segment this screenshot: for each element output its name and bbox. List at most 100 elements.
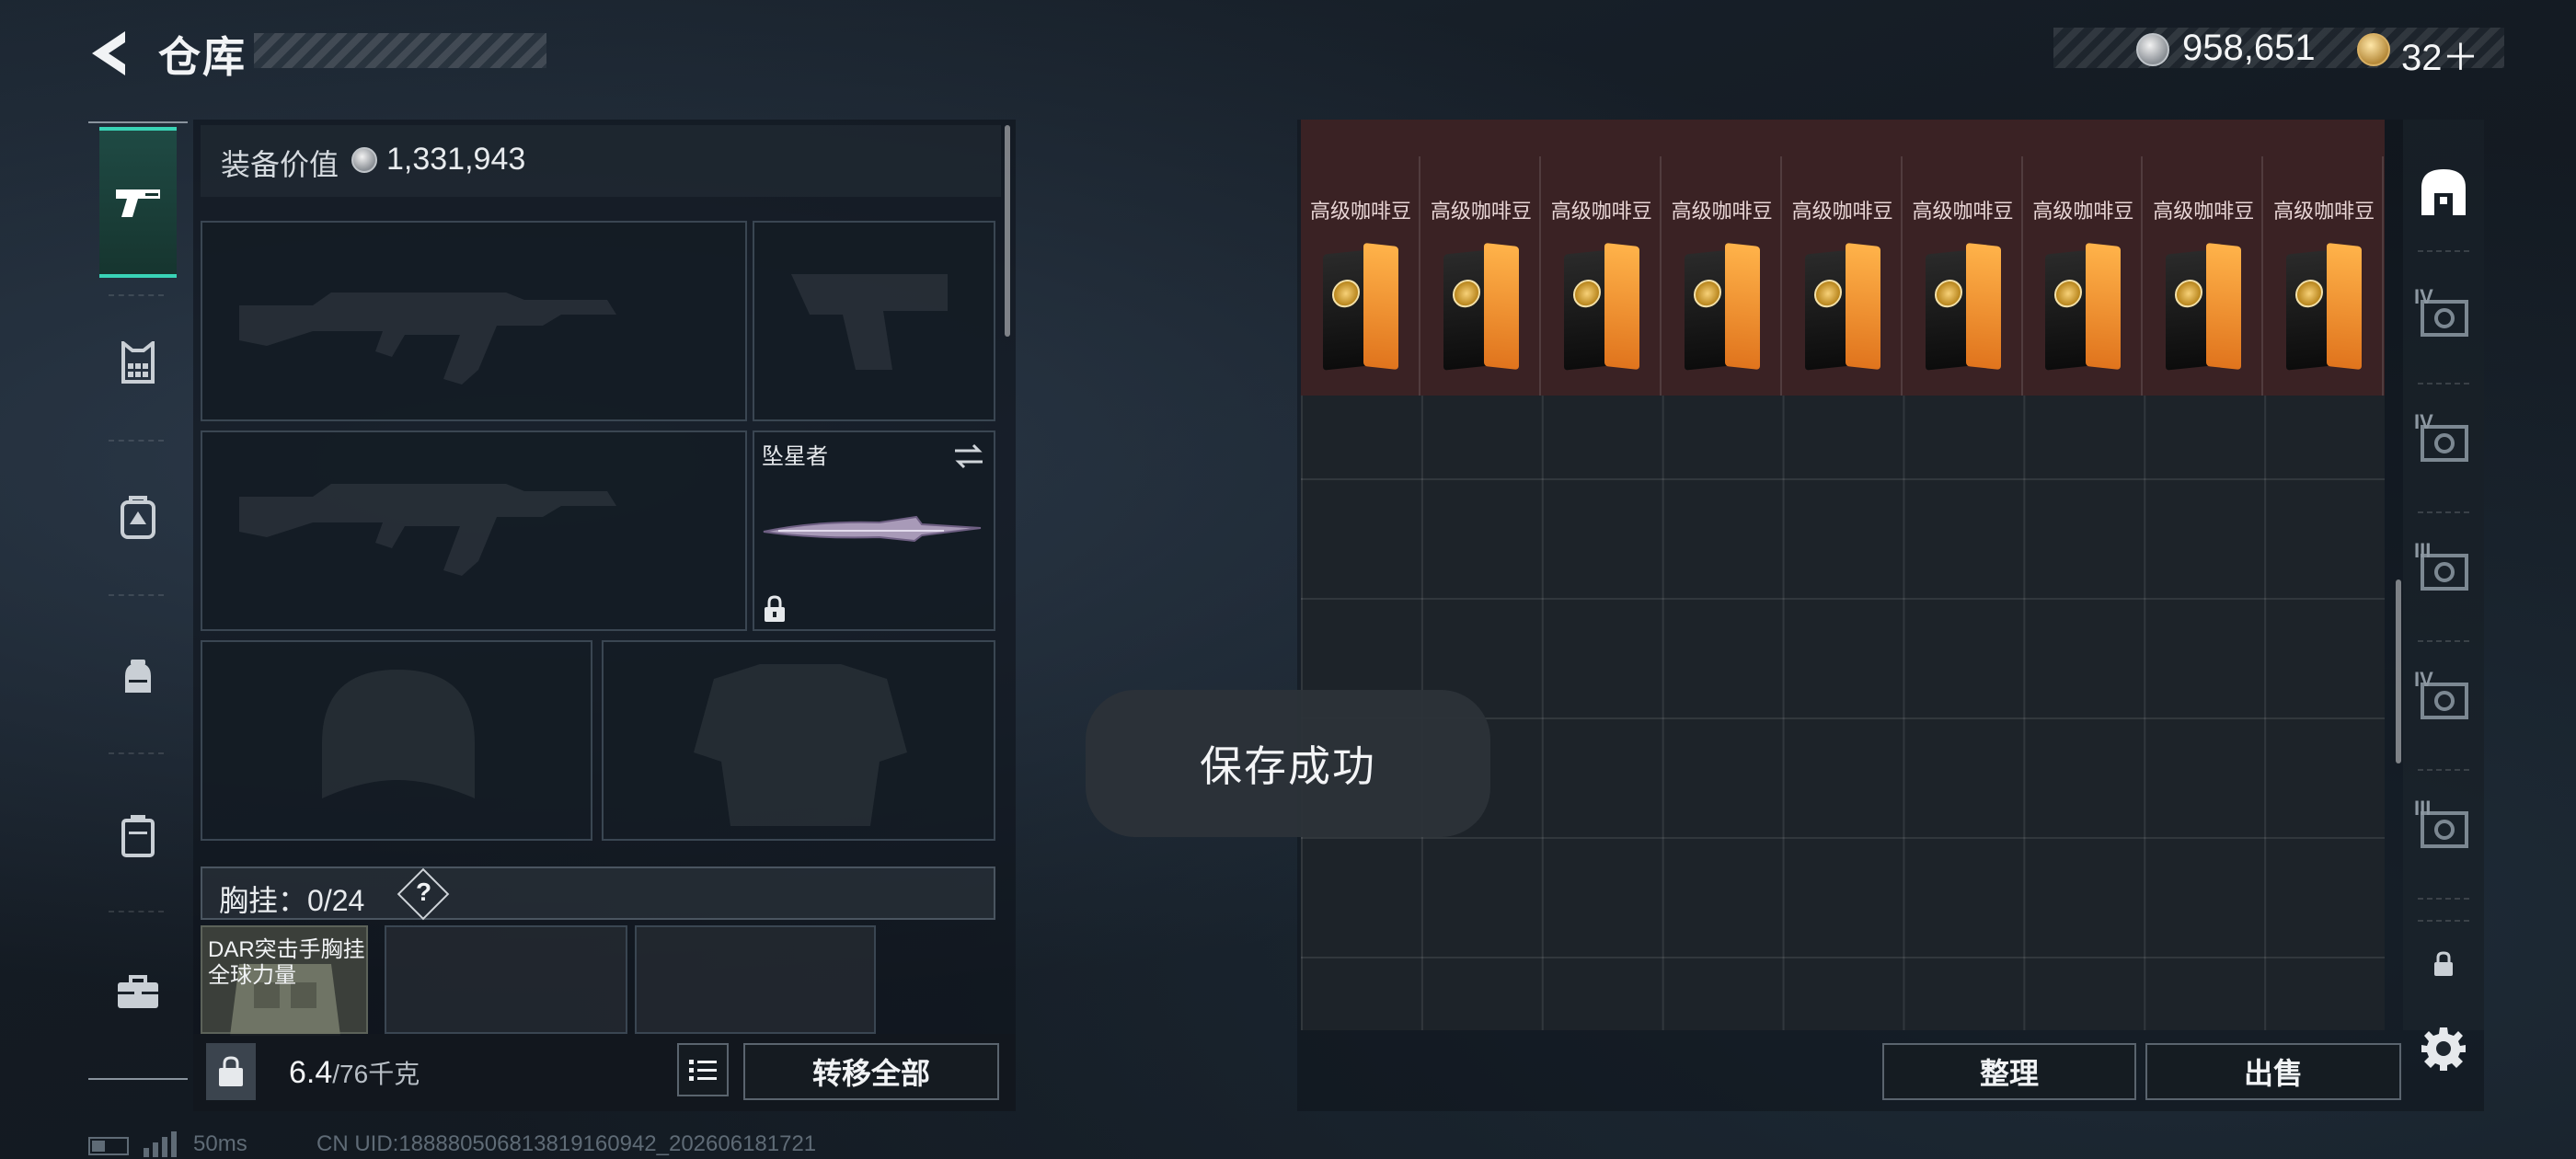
gold-coin-icon: [2357, 33, 2390, 66]
sort-button[interactable]: 整理: [1882, 1043, 2136, 1100]
helmet-silhouette-icon: [322, 670, 475, 798]
coffee-bag-icon: [1563, 243, 1639, 371]
storage-item[interactable]: 高级咖啡豆: [1903, 156, 2023, 396]
helmet-slot[interactable]: [201, 640, 592, 841]
sell-button[interactable]: 出售: [2145, 1043, 2401, 1100]
signal-icon: [144, 1131, 177, 1157]
storage-item-name: 高级咖啡豆: [2153, 200, 2255, 223]
storage-item-name: 高级咖啡豆: [1791, 200, 1893, 223]
storage-tier-tab[interactable]: IV: [2410, 408, 2477, 475]
melee-name: 坠星者: [762, 444, 828, 469]
chest-rig-slot[interactable]: [385, 925, 627, 1034]
storage-tier-tab[interactable]: III: [2410, 795, 2477, 861]
rail-tab-case[interactable]: [99, 797, 177, 874]
coffee-bag-icon: [1925, 243, 2001, 371]
side-lock: [2410, 931, 2477, 997]
loadout-scrollbar[interactable]: [1005, 125, 1010, 337]
back-arrow-icon: [92, 31, 125, 75]
storage-tier-tab[interactable]: IV: [2410, 283, 2477, 350]
storage-item-name: 高级咖啡豆: [1430, 200, 1532, 223]
storage-item[interactable]: 高级咖啡豆: [1542, 156, 1662, 396]
storage-item[interactable]: 高级咖啡豆: [1421, 156, 1541, 396]
storage-item-name: 高级咖啡豆: [1912, 200, 2014, 223]
save-success-toast: 保存成功: [1086, 690, 1490, 837]
ping-display: 50ms: [193, 1131, 247, 1156]
storage-tier-tab[interactable]: IV: [2410, 666, 2477, 732]
title-decoration: [254, 33, 546, 68]
primary-weapon-slot[interactable]: [201, 221, 747, 421]
coffee-bag-icon: [1443, 243, 1519, 371]
pistol-icon: [116, 189, 160, 217]
sidearm-slot[interactable]: [753, 221, 995, 421]
storage-item[interactable]: 高级咖啡豆: [2144, 156, 2264, 396]
knife-icon: [763, 515, 982, 543]
weight-display: 6.4/76千克: [289, 1054, 420, 1091]
backpack-icon: [121, 496, 155, 539]
chest-rig-count: 0/24: [307, 884, 365, 917]
transfer-all-button[interactable]: 转移全部: [743, 1043, 999, 1100]
silver-currency-amount: 958,651: [2182, 28, 2316, 68]
swap-icon[interactable]: [951, 442, 986, 471]
coffee-bag-icon: [1684, 243, 1760, 371]
silver-coin-icon: [2136, 33, 2169, 66]
storage-item-name: 高级咖啡豆: [1550, 200, 1652, 223]
chest-rig-slot[interactable]: [635, 925, 876, 1034]
equip-value: 1,331,943: [386, 142, 526, 177]
rail-tab-vest[interactable]: [99, 324, 177, 401]
weight-current: 6.4: [289, 1055, 333, 1090]
secondary-weapon-slot[interactable]: [201, 430, 747, 631]
equip-value-label: 装备价值: [221, 148, 339, 181]
tier-label: IV: [2414, 285, 2433, 308]
battery-icon: [88, 1137, 129, 1155]
gear-icon: [2421, 1027, 2466, 1071]
coffee-bag-icon: [2166, 243, 2242, 371]
toolbox-icon: [118, 975, 158, 1008]
storage-item[interactable]: 高级咖啡豆: [1301, 156, 1420, 396]
tier-label: IV: [2414, 668, 2433, 691]
storage-home-icon: [2421, 169, 2466, 215]
rifle-silhouette-icon: [239, 293, 616, 384]
rail-tab-backpack[interactable]: [99, 478, 177, 556]
help-question-mark: ?: [416, 878, 432, 906]
armor-slot[interactable]: [602, 640, 995, 841]
storage-item-name: 高级咖啡豆: [2273, 200, 2375, 223]
coffee-bag-icon: [2286, 243, 2363, 371]
chest-rig-label: 胸挂：0/24: [219, 884, 365, 917]
storage-home-tab[interactable]: [2410, 158, 2477, 224]
gold-currency-amount[interactable]: 32＋: [2401, 28, 2479, 81]
list-view-button[interactable]: [677, 1043, 729, 1096]
storage-item-name: 高级咖啡豆: [2032, 200, 2134, 223]
storage-item[interactable]: 高级咖啡豆: [1662, 156, 1782, 396]
rail-top-divider: [88, 121, 188, 123]
melee-slot[interactable]: 坠星者: [753, 430, 995, 631]
storage-item-name: 高级咖啡豆: [1309, 200, 1411, 223]
tier-label: III: [2414, 539, 2432, 562]
armor-silhouette-icon: [694, 664, 907, 826]
rail-tab-pouch[interactable]: [99, 638, 177, 716]
vest-icon: [121, 341, 155, 384]
chest-rig-item[interactable]: DAR突击手胸挂 全球力量: [201, 925, 368, 1036]
lock-icon: [2434, 951, 2453, 976]
lock-icon: [765, 595, 785, 622]
helmet-bag-icon: [125, 660, 151, 693]
settings-button[interactable]: [2410, 1016, 2477, 1082]
storage-item[interactable]: 高级咖啡豆: [2264, 156, 2385, 396]
storage-item[interactable]: 高级咖啡豆: [1783, 156, 1903, 396]
coffee-bag-icon: [1323, 243, 1398, 371]
weight-lock-icon: [206, 1043, 256, 1100]
tier-label: III: [2414, 797, 2432, 820]
case-icon: [121, 815, 155, 857]
rail-tab-weapons[interactable]: [99, 164, 177, 241]
storage-item[interactable]: 高级咖啡豆: [2023, 156, 2144, 396]
storage-scrollbar[interactable]: [2396, 580, 2401, 763]
tier-label: IV: [2414, 410, 2433, 433]
storage-tier-tab[interactable]: III: [2410, 537, 2477, 603]
back-button[interactable]: [85, 28, 132, 79]
pistol-silhouette-icon: [791, 274, 948, 370]
list-icon: [689, 1060, 717, 1081]
rail-tab-toolbox[interactable]: [99, 953, 177, 1030]
silver-coin-icon: [351, 147, 377, 173]
coffee-bag-icon: [2045, 243, 2122, 371]
coffee-bag-icon: [1804, 243, 1880, 371]
uid-display: CN UID:18888050681381916094​2_2026061817…: [316, 1131, 817, 1156]
